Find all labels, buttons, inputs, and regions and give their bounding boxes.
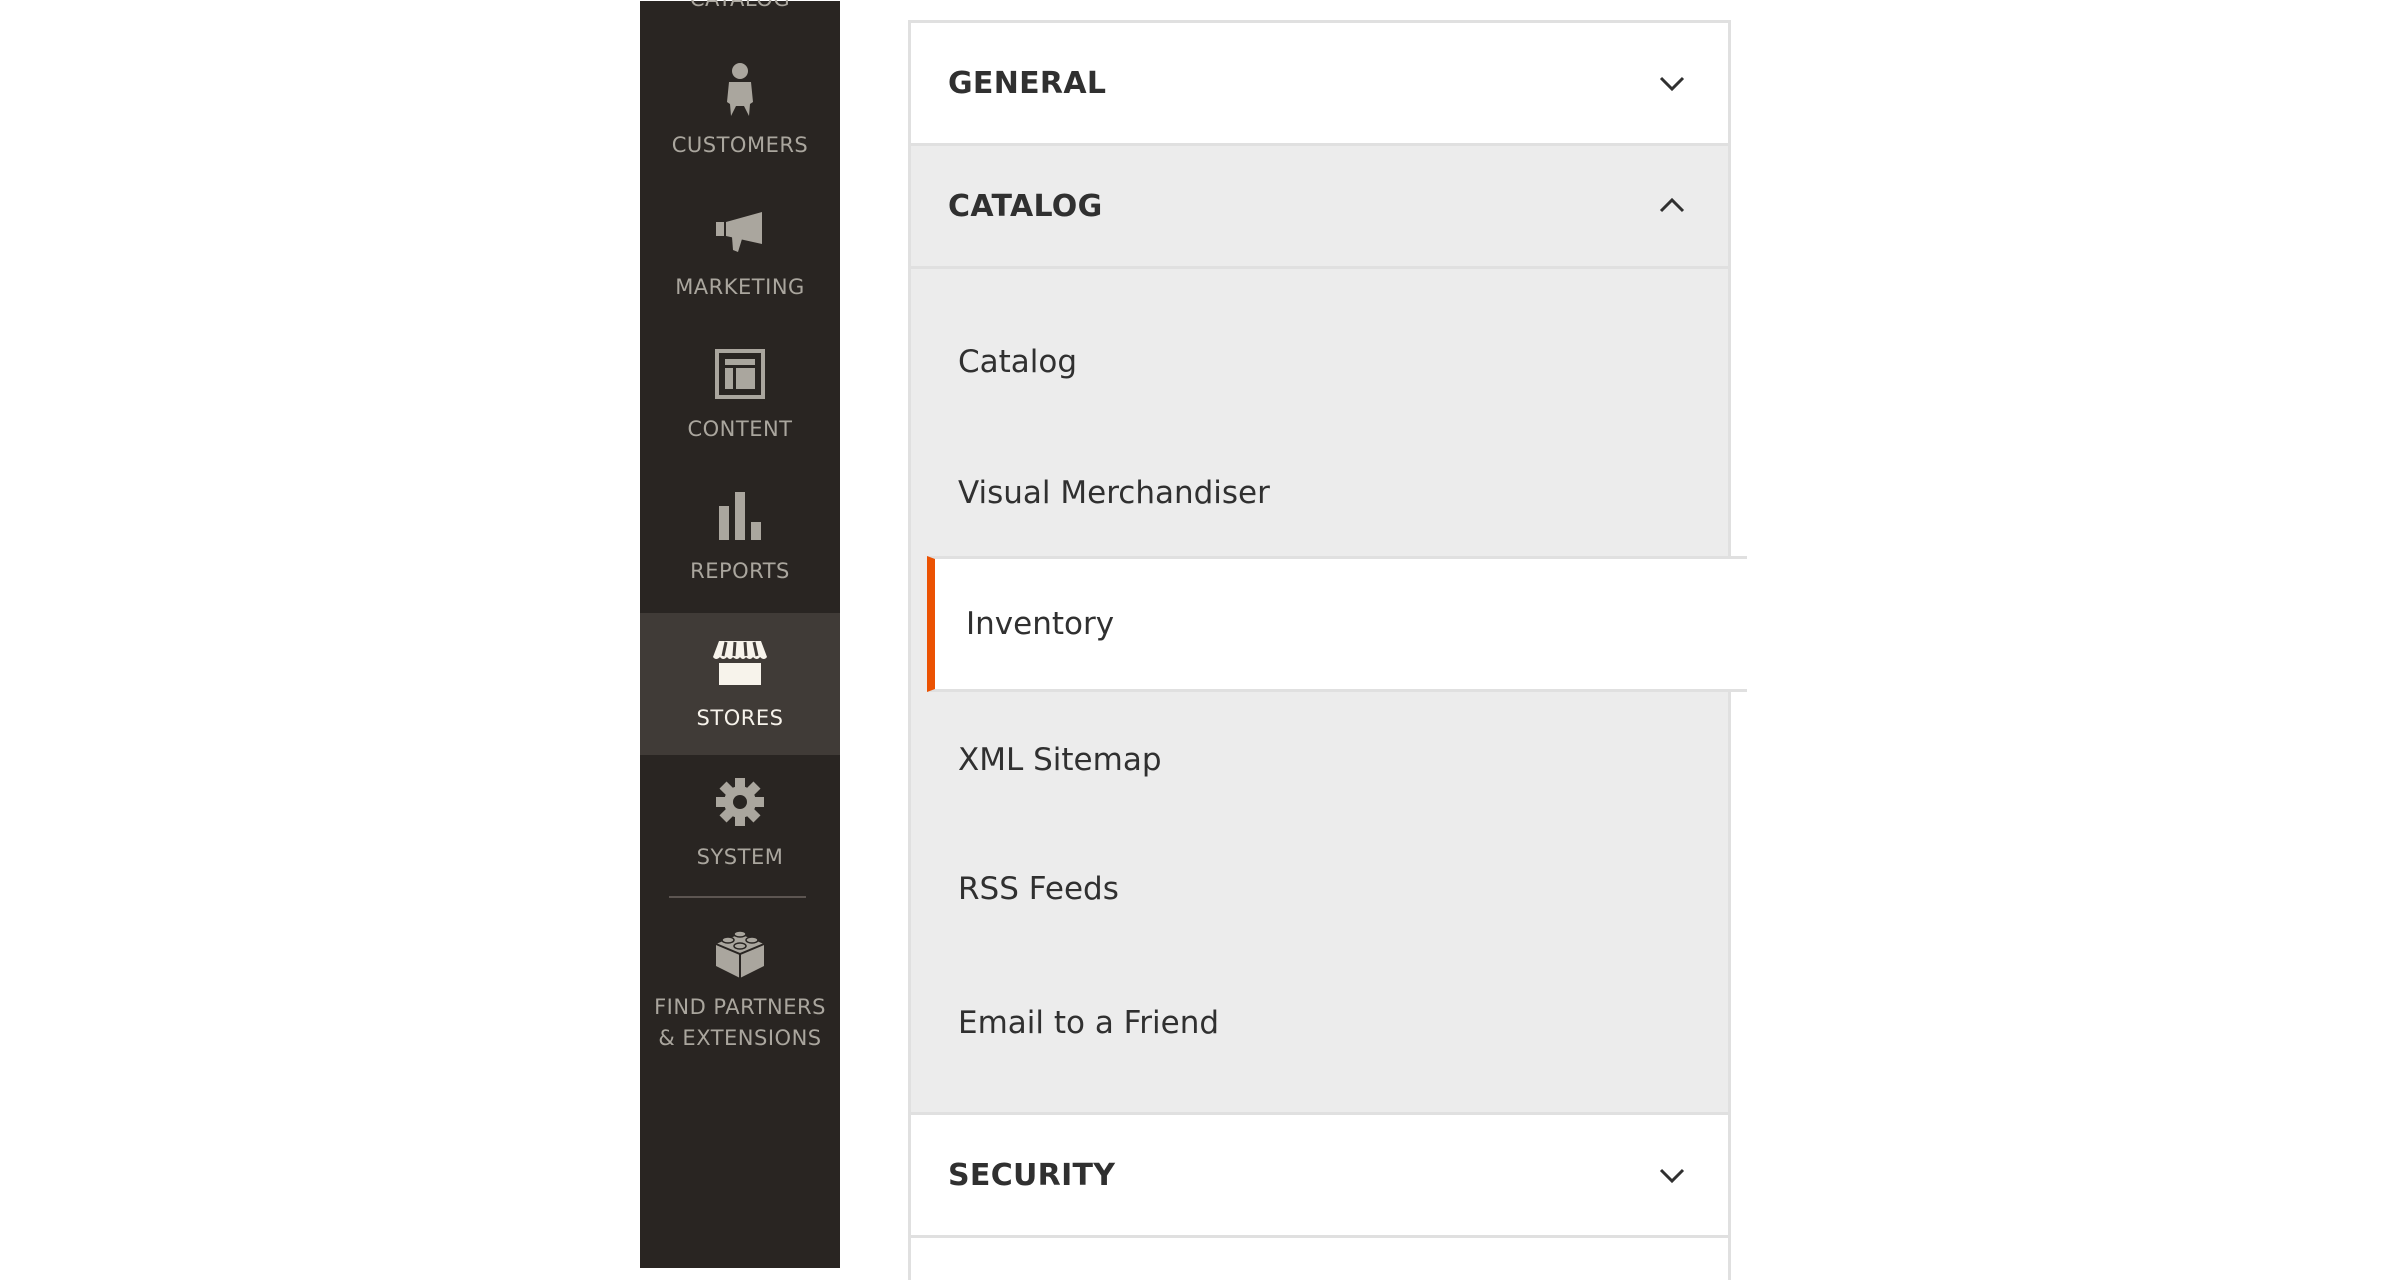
section-title: CATALOG xyxy=(948,188,1103,224)
chevron-down-icon xyxy=(1659,1168,1685,1184)
section-security-header[interactable]: SECURITY xyxy=(911,1112,1728,1238)
nav-label: SYSTEM xyxy=(696,845,784,869)
admin-sidebar: CATALOG CUSTOMERS MARKETING CONTENT REPO… xyxy=(640,0,840,1268)
storefront-icon xyxy=(710,633,770,693)
section-general-header[interactable]: GENERAL xyxy=(911,23,1728,146)
submenu-item-rss-feeds[interactable]: RSS Feeds xyxy=(911,823,1728,955)
nav-item-content[interactable]: CONTENT xyxy=(640,324,840,466)
nav-label: CUSTOMERS xyxy=(671,133,809,157)
submenu-item-catalog[interactable]: Catalog xyxy=(911,296,1728,428)
nav-label: MARKETING xyxy=(675,275,805,299)
nav-label: REPORTS xyxy=(690,559,790,583)
config-section-nav: GENERAL CATALOG Catalog Visual Merchandi… xyxy=(908,20,1747,1280)
nav-label: STORES xyxy=(696,706,784,730)
chevron-up-icon xyxy=(1659,197,1685,213)
catalog-submenu: Catalog Visual Merchandiser Inventory XM… xyxy=(911,269,1747,1112)
nav-item-find-partners[interactable]: FIND PARTNERS & EXTENSIONS xyxy=(640,904,840,1074)
lego-brick-icon xyxy=(710,924,770,984)
section-catalog-header[interactable]: CATALOG xyxy=(911,146,1728,269)
content-layout-icon xyxy=(710,344,770,404)
nav-item-catalog[interactable]: CATALOG xyxy=(640,0,840,11)
partners-label-line1: FIND PARTNERS xyxy=(654,995,826,1019)
nav-item-marketing[interactable]: MARKETING xyxy=(640,182,840,324)
submenu-item-email-to-a-friend[interactable]: Email to a Friend xyxy=(911,957,1728,1089)
bar-chart-icon xyxy=(710,486,770,546)
nav-divider xyxy=(669,896,806,898)
gear-icon xyxy=(710,772,770,832)
nav-item-stores[interactable]: STORES xyxy=(640,613,840,755)
section-title: GENERAL xyxy=(948,65,1107,101)
customer-icon xyxy=(710,60,770,120)
nav-label: FIND PARTNERS & EXTENSIONS xyxy=(654,992,826,1054)
submenu-item-xml-sitemap[interactable]: XML Sitemap xyxy=(911,694,1728,826)
megaphone-icon xyxy=(710,202,770,262)
nav-item-reports[interactable]: REPORTS xyxy=(640,466,840,608)
submenu-item-inventory[interactable]: Inventory xyxy=(927,556,1747,692)
submenu-item-visual-merchandiser[interactable]: Visual Merchandiser xyxy=(911,427,1728,559)
nav-label: CONTENT xyxy=(687,417,793,441)
partners-label-line2: & EXTENSIONS xyxy=(658,1026,822,1050)
section-title: SECURITY xyxy=(948,1157,1116,1193)
chevron-down-icon xyxy=(1659,76,1685,92)
nav-item-customers[interactable]: CUSTOMERS xyxy=(640,40,840,182)
nav-item-system[interactable]: SYSTEM xyxy=(640,752,840,894)
